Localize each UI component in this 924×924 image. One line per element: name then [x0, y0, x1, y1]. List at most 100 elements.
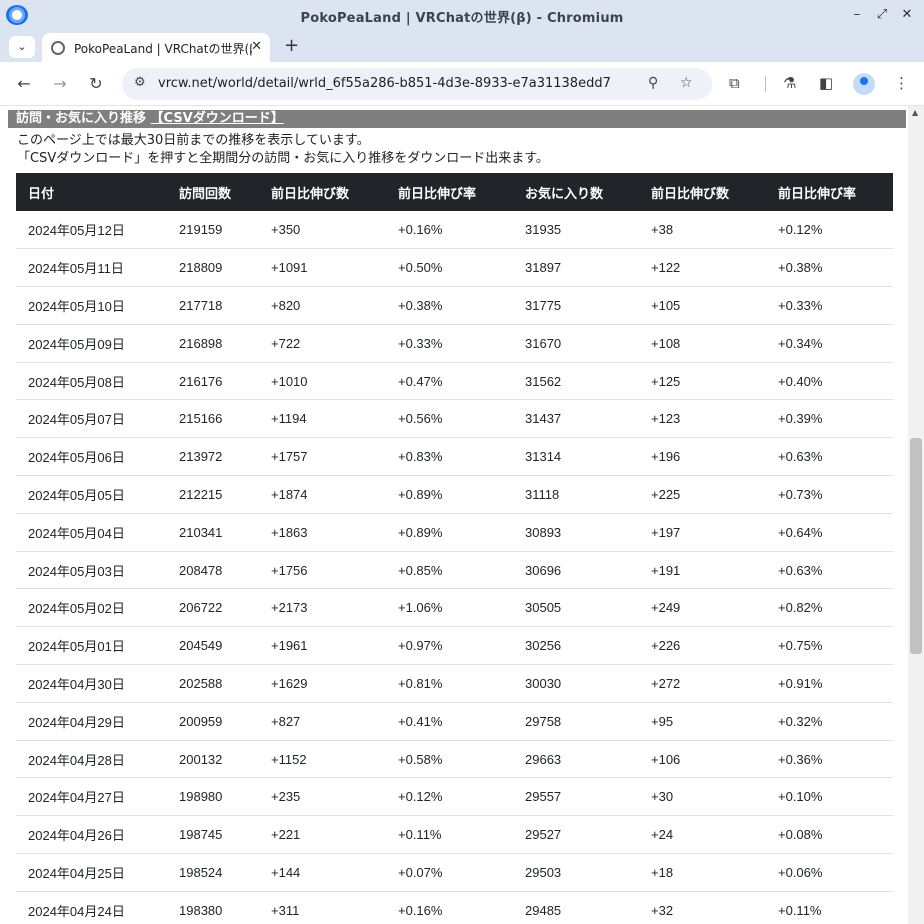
forward-button[interactable]: →	[49, 73, 71, 95]
table-cell: +0.50%	[386, 248, 513, 288]
restore-icon[interactable]: ⤢	[873, 6, 891, 24]
table-cell: +0.33%	[766, 286, 893, 325]
table-cell: 30256	[513, 626, 639, 666]
csv-download-link[interactable]: 【CSVダウンロード】	[151, 111, 284, 126]
table-row: 2024年05月09日 216898 +722 +0.33% 31670 +108 +0.3…	[16, 324, 893, 363]
table-cell: 31897	[513, 248, 639, 288]
url-text[interactable]: vrcw.net/world/detail/wrld_6f55a286-b851…	[158, 76, 611, 91]
table-cell: 202588	[167, 664, 259, 703]
table-cell: 198980	[167, 777, 259, 817]
table-cell: +827	[259, 702, 386, 741]
table-cell: +1091	[259, 248, 386, 288]
table-cell: +350	[259, 211, 386, 250]
column-header: 前日比伸び率	[386, 173, 513, 211]
scrollbar-thumb[interactable]	[910, 438, 922, 654]
window-title: PokoPeaLand | VRChatの世界(β) - Chromium	[300, 11, 624, 26]
address-bar[interactable]: ⚙ vrcw.net/world/detail/wrld_6f55a286-b8…	[122, 68, 712, 100]
table-cell: +1.06%	[386, 588, 513, 628]
note-text: 「CSVダウンロード」を押すと全期間分の訪問・お気に入り推移をダウンロード出来ま…	[17, 151, 549, 166]
zoom-icon[interactable]: ⚲	[648, 75, 658, 91]
table-cell: 208478	[167, 551, 259, 590]
table-cell: +0.39%	[766, 399, 893, 439]
table-cell: +722	[259, 324, 386, 363]
title-bar: PokoPeaLand | VRChatの世界(β) - Chromium – …	[0, 0, 924, 30]
minimize-icon[interactable]: –	[848, 6, 866, 24]
table-row: 2024年04月24日 198380 +311 +0.16% 29485 +32 +0.11…	[16, 891, 893, 924]
table-cell: +144	[259, 853, 386, 892]
table-cell: +0.11%	[766, 891, 893, 924]
table-cell: 2024年04月26日	[16, 815, 167, 855]
table-cell: +0.56%	[386, 399, 513, 439]
table-cell: 200959	[167, 702, 259, 741]
tab-search-icon[interactable]: ⌄	[9, 36, 35, 58]
extensions-icon[interactable]: ⧉	[729, 74, 740, 92]
table-cell: 31562	[513, 362, 639, 401]
new-tab-button[interactable]: +	[284, 36, 299, 56]
table-cell: +249	[639, 588, 766, 628]
tab-active[interactable]: PokoPeaLand | VRChatの世界(β) ✕	[42, 33, 270, 62]
side-panel-icon[interactable]: ◧	[819, 74, 833, 92]
profile-avatar-icon[interactable]	[853, 73, 875, 95]
scroll-up-arrow-icon[interactable]: ▲	[912, 108, 918, 117]
menu-icon[interactable]: ⋮	[894, 74, 909, 92]
table-cell: +1010	[259, 362, 386, 401]
table-row: 2024年05月07日 215166 +1194 +0.56% 31437 +123 +0.…	[16, 399, 893, 439]
table-cell: +1152	[259, 740, 386, 779]
table-cell: 29485	[513, 891, 639, 924]
table-cell: +0.85%	[386, 551, 513, 590]
table-cell: +95	[639, 702, 766, 741]
table-cell: 30893	[513, 513, 639, 552]
table-cell: +0.34%	[766, 324, 893, 363]
table-row: 2024年04月26日 198745 +221 +0.11% 29527 +24 +0.08…	[16, 815, 893, 855]
table-cell: 2024年04月25日	[16, 853, 167, 892]
table-cell: +1874	[259, 475, 386, 514]
table-cell: 2024年05月08日	[16, 362, 167, 401]
table-cell: 2024年04月27日	[16, 777, 167, 817]
bookmark-star-icon[interactable]: ☆	[680, 75, 693, 91]
back-button[interactable]: ←	[13, 73, 35, 95]
table-cell: +106	[639, 740, 766, 779]
table-row: 2024年05月06日 213972 +1757 +0.83% 31314 +196 +0.…	[16, 437, 893, 477]
table-cell: 2024年05月10日	[16, 286, 167, 325]
vertical-scrollbar[interactable]: ▲	[908, 106, 924, 924]
table-cell: +0.12%	[766, 211, 893, 250]
table-cell: 216176	[167, 362, 259, 401]
close-window-icon[interactable]: ✕	[898, 6, 916, 24]
table-row: 2024年05月03日 208478 +1756 +0.85% 30696 +191 +0.…	[16, 551, 893, 590]
table-cell: 200132	[167, 740, 259, 779]
table-cell: 2024年04月30日	[16, 664, 167, 703]
table-cell: +196	[639, 437, 766, 477]
table-cell: +0.07%	[386, 853, 513, 892]
table-row: 2024年04月27日 198980 +235 +0.12% 29557 +30 +0.10…	[16, 777, 893, 817]
table-cell: 31775	[513, 286, 639, 325]
table-cell: +0.33%	[386, 324, 513, 363]
table-cell: +125	[639, 362, 766, 401]
column-header: 前日比伸び数	[259, 173, 386, 211]
table-row: 2024年04月29日 200959 +827 +0.41% 29758 +95 +0.32…	[16, 702, 893, 741]
table-cell: 206722	[167, 588, 259, 628]
labs-icon[interactable]: ⚗	[783, 74, 796, 92]
table-cell: +30	[639, 777, 766, 817]
table-row: 2024年04月28日 200132 +1152 +0.58% 29663 +106 +0.…	[16, 740, 893, 779]
tab-close-icon[interactable]: ✕	[251, 39, 262, 54]
reload-button[interactable]: ↻	[85, 73, 107, 95]
table-cell: +0.06%	[766, 853, 893, 892]
table-cell: +0.63%	[766, 551, 893, 590]
table-cell: 216898	[167, 324, 259, 363]
table-cell: +0.41%	[386, 702, 513, 741]
table-cell: 2024年04月29日	[16, 702, 167, 741]
table-cell: +226	[639, 626, 766, 666]
table-row: 2024年05月01日 204549 +1961 +0.97% 30256 +226 +0.…	[16, 626, 893, 666]
table-cell: +197	[639, 513, 766, 552]
table-row: 2024年04月30日 202588 +1629 +0.81% 30030 +272 +0.…	[16, 664, 893, 703]
table-cell: 29503	[513, 853, 639, 892]
table-cell: +0.12%	[386, 777, 513, 817]
site-info-icon[interactable]: ⚙	[134, 75, 146, 90]
table-cell: 198380	[167, 891, 259, 924]
column-header: 訪問回数	[167, 173, 259, 211]
globe-icon	[51, 41, 65, 55]
table-cell: 29527	[513, 815, 639, 855]
table-cell: 31670	[513, 324, 639, 363]
table-cell: 217718	[167, 286, 259, 325]
table-cell: 29758	[513, 702, 639, 741]
